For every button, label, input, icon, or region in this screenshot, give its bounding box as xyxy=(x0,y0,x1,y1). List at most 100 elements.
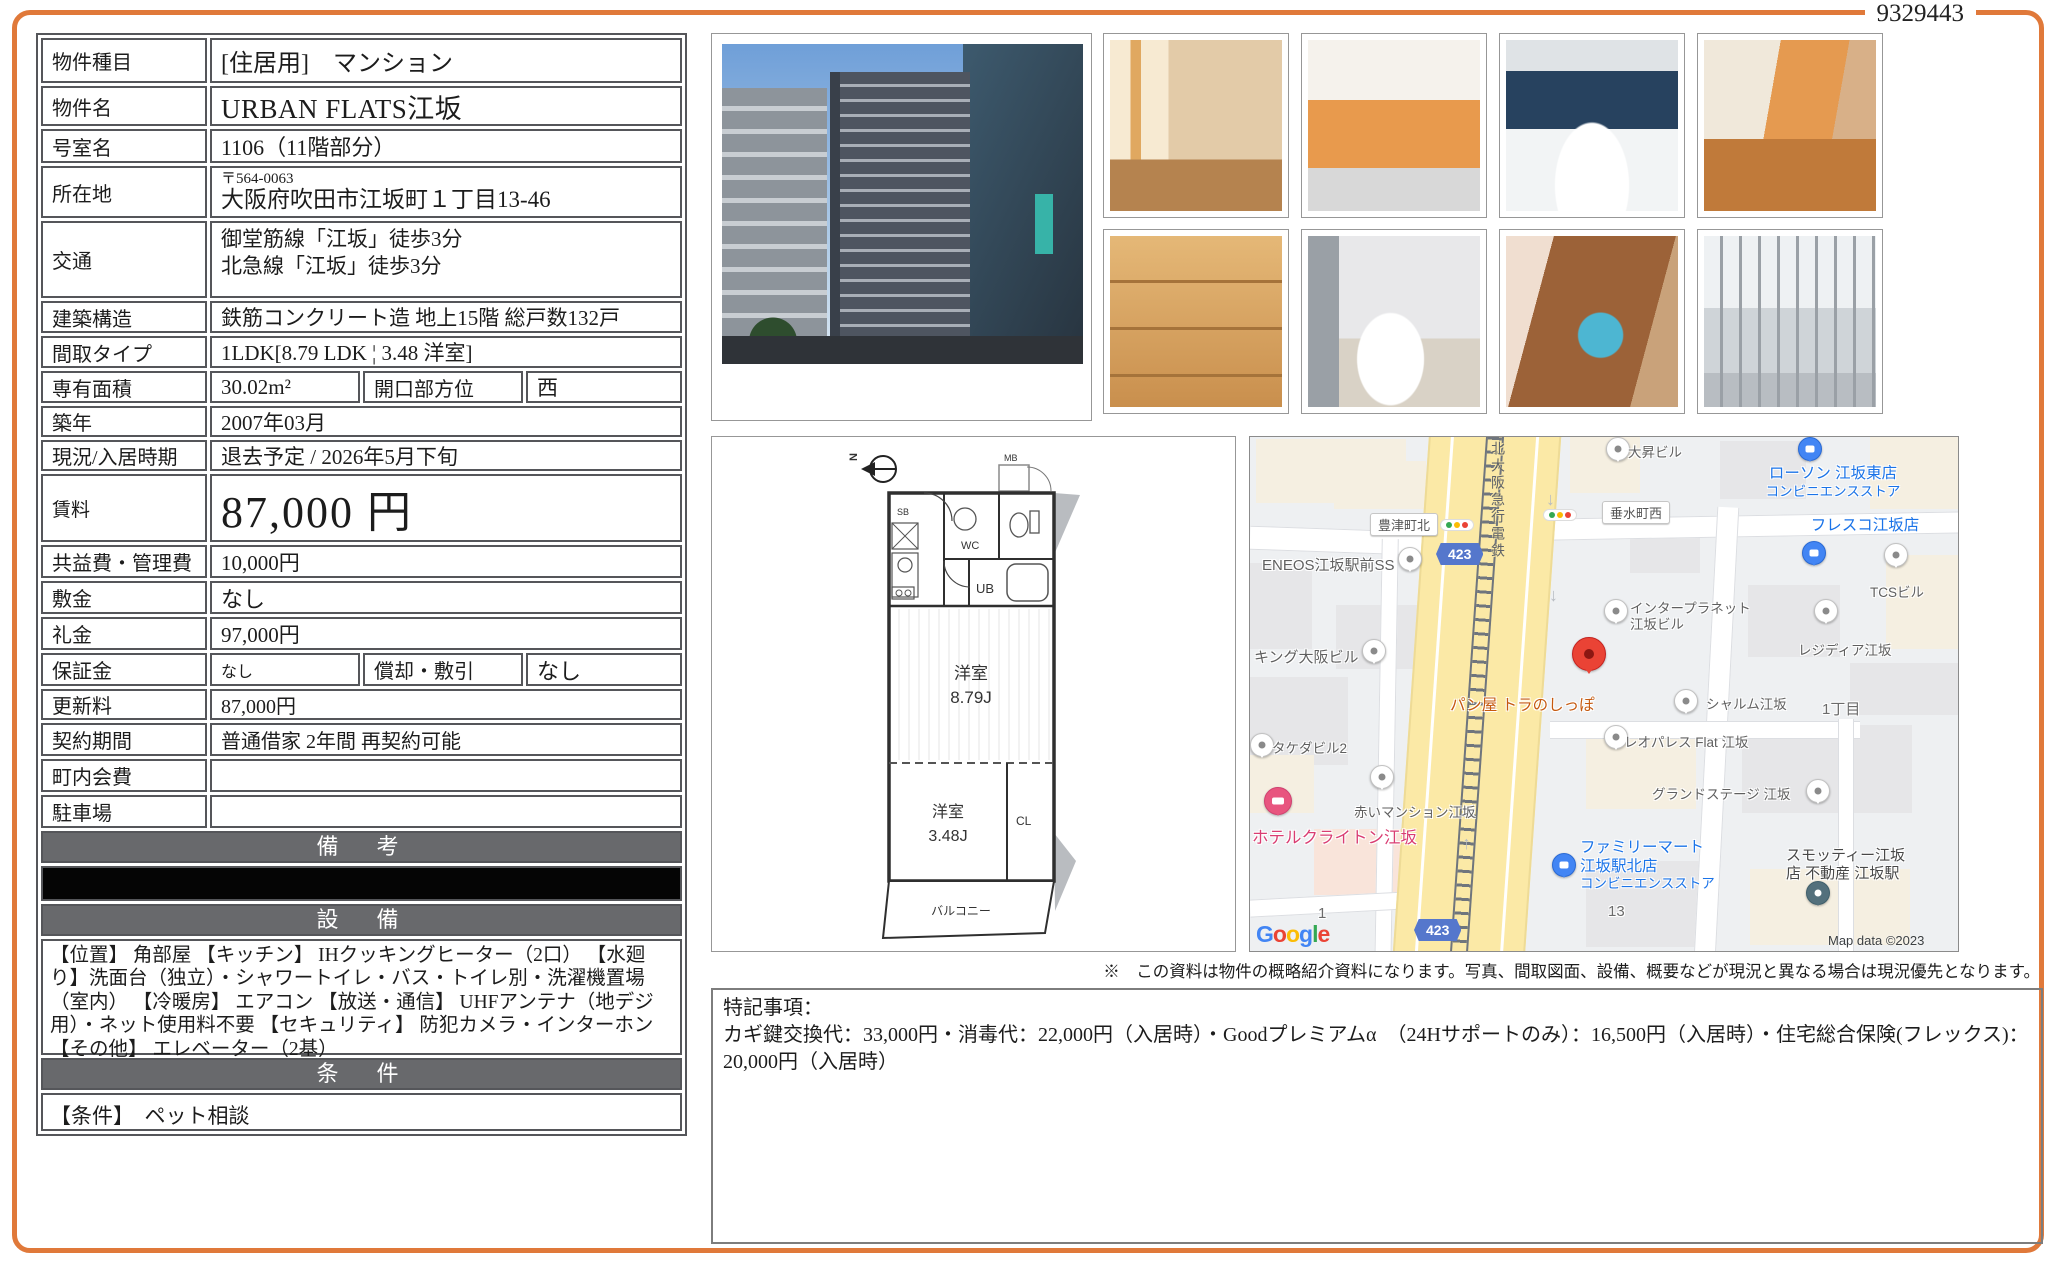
balcony-label: バルコニー xyxy=(931,904,991,918)
mb-label: MB xyxy=(1004,453,1018,463)
map-pin-charme xyxy=(1674,689,1698,713)
map-block xyxy=(1250,563,1312,649)
table-row: 礼金 97,000円 xyxy=(41,617,682,650)
traffic-arrow-icon: ↑ xyxy=(1462,833,1471,854)
map-pin-takeda xyxy=(1250,733,1274,757)
map-pin-fresco xyxy=(1802,541,1826,565)
map-label-smotty: スモッティー江坂 店 不動産 江坂駅 xyxy=(1786,847,1905,883)
address-label: 所在地 xyxy=(41,166,207,218)
postal-code: 〒564-0063 xyxy=(221,171,294,188)
contract-label: 契約期間 xyxy=(41,723,207,756)
map-label-chome: 1丁目 xyxy=(1822,701,1860,719)
map-label-charme: シャルム江坂 xyxy=(1706,697,1787,713)
table-row: 保証金 なし 償却・敷引 なし xyxy=(41,653,682,686)
structure-label: 建築構造 xyxy=(41,301,207,333)
room1-label: 洋室 xyxy=(954,664,988,683)
main-photo-frame xyxy=(711,33,1092,421)
access-value: 御堂筋線「江坂」徒歩3分 北急線「江坂」徒歩3分 xyxy=(210,221,682,298)
status-value: 退去予定 / 2026年5月下旬 xyxy=(210,440,682,471)
renewal-label: 更新料 xyxy=(41,689,207,720)
document-number: 9329443 xyxy=(1865,0,1977,28)
traffic-arrow-icon: ↓ xyxy=(1549,585,1558,606)
kitchen-photo xyxy=(1308,40,1480,211)
property-flyer: 9329443 物件種目 [住居用] マンション 物件名 URBAN FLATS… xyxy=(0,0,2056,1265)
photo-thumb-bathroom xyxy=(1499,33,1685,218)
common-fee-value: 10,000円 xyxy=(210,545,682,578)
cl-label: CL xyxy=(1016,814,1032,828)
route-shield-423: 423 xyxy=(1436,543,1483,565)
remarks-body xyxy=(41,866,682,901)
washbasin-photo xyxy=(1506,236,1678,407)
map-pin-taisho xyxy=(1606,437,1630,461)
table-row: 敷金 なし xyxy=(41,581,682,614)
photo-thumb-toilet xyxy=(1301,229,1487,414)
photo-thumb-balcony xyxy=(1697,229,1883,414)
map-pin-familymart xyxy=(1552,853,1576,877)
special-notes-box: 特記事項： カギ鍵交換代：33,000円・消毒代：22,000円（入居時）・Go… xyxy=(711,988,2043,1244)
balcony-photo xyxy=(1704,236,1876,407)
photo-thumb-living xyxy=(1103,33,1289,218)
equipment-header: 設 備 xyxy=(41,904,682,936)
structure-value: 鉄筋コンクリート造 地上15階 総戸数132戸 xyxy=(210,301,682,333)
photo-thumb-washbasin xyxy=(1499,229,1685,414)
wc-label: WC xyxy=(961,540,979,552)
rent-value: 87,000 円 xyxy=(210,474,682,542)
facing-label: 開口部方位 xyxy=(363,371,523,403)
property-name-value: URBAN FLATS江坂 xyxy=(210,86,682,126)
disclaimer-text: ※ この資料は物件の概略紹介資料になります。写真、間取図面、設備、概要などが現況… xyxy=(1103,958,2040,982)
room1-size: 8.79J xyxy=(950,688,992,707)
table-row: 駐車場 xyxy=(41,795,682,828)
location-map: ↓ ↓ ↑ 北大阪急行電鉄 豊津町北 垂水町西 423 423 大昇ビル ローソ… xyxy=(1249,436,1959,952)
conditions-header: 条 件 xyxy=(41,1058,682,1090)
key-money-value: 97,000円 xyxy=(210,617,682,650)
table-row: 更新料 87,000円 xyxy=(41,689,682,720)
table-row: 町内会費 xyxy=(41,759,682,792)
status-label: 現況/入居時期 xyxy=(41,440,207,471)
living-room-photo xyxy=(1110,40,1282,211)
deposit-value: なし xyxy=(210,581,682,614)
photo-grid xyxy=(1103,33,1883,414)
guarantee-value: なし xyxy=(210,653,360,686)
ub-label: UB xyxy=(976,581,994,596)
map-label-smotty-line2: 店 不動産 江坂駅 xyxy=(1786,865,1905,883)
table-row: 築年 2007年03月 xyxy=(41,406,682,437)
map-label-block13: 13 xyxy=(1608,903,1625,921)
map-label-familymart: ファミリーマート 江坂駅北店 コンビニエンスストア xyxy=(1580,839,1715,892)
traffic-arrow-icon: ↓ xyxy=(1546,489,1555,510)
photo-thumb-hallway xyxy=(1697,33,1883,218)
map-label-residia: レジディア江坂 xyxy=(1798,643,1892,659)
railway-label: 北大阪急行電鉄 xyxy=(1488,441,1508,560)
map-label-interplanet-line2: 江坂ビル xyxy=(1630,617,1751,633)
map-label-leopalace: レオパレス Flat 江坂 xyxy=(1624,735,1749,751)
address-text: 大阪府吹田市江坂町１丁目13-46 xyxy=(221,187,551,213)
intersection-sign: 垂水町西 xyxy=(1602,501,1670,524)
bathroom-photo xyxy=(1506,40,1678,211)
access-label: 交通 xyxy=(41,221,207,298)
map-street xyxy=(1838,719,1854,952)
address-value: 〒564-0063 大阪府吹田市江坂町１丁目13-46 xyxy=(210,166,682,218)
table-row: 物件名 URBAN FLATS江坂 xyxy=(41,86,682,126)
amortization-value: なし xyxy=(526,653,682,686)
table-row: 共益費・管理費 10,000円 xyxy=(41,545,682,578)
equipment-text: 【位置】 角部屋 【キッチン】 IHクッキングヒーター（2口） 【水廻り】洗面台… xyxy=(41,939,682,1055)
table-row: 現況/入居時期 退去予定 / 2026年5月下旬 xyxy=(41,440,682,471)
special-notes-title: 特記事項： xyxy=(723,995,2031,1022)
map-label-grandstage: グランドステージ 江坂 xyxy=(1652,787,1790,803)
room-no-value: 1106（11階部分） xyxy=(210,129,682,163)
contract-value: 普通借家 2年間 再契約可能 xyxy=(210,723,682,756)
town-fee-label: 町内会費 xyxy=(41,759,207,792)
conditions-text: 【条件】 ペット相談 xyxy=(41,1093,682,1131)
built-label: 築年 xyxy=(41,406,207,437)
deposit-label: 敷金 xyxy=(41,581,207,614)
table-row: 交通 御堂筋線「江坂」徒歩3分 北急線「江坂」徒歩3分 xyxy=(41,221,682,298)
layout-value: 1LDK[8.79 LDK ¦ 3.48 洋室] xyxy=(210,336,682,368)
toilet-photo xyxy=(1308,236,1480,407)
parking-value xyxy=(210,795,682,828)
map-label-tcs: TCSビル xyxy=(1870,585,1924,601)
map-pin-smotty xyxy=(1806,881,1830,905)
table-row: 専有面積 30.02m² 開口部方位 西 xyxy=(41,371,682,403)
table-row: 間取タイプ 1LDK[8.79 LDK ¦ 3.48 洋室] xyxy=(41,336,682,368)
room-no-label: 号室名 xyxy=(41,129,207,163)
map-label-lawson: ローソン 江坂東店 コンビニエンスストア xyxy=(1718,465,1948,500)
table-row: 建築構造 鉄筋コンクリート造 地上15階 総戸数132戸 xyxy=(41,301,682,333)
